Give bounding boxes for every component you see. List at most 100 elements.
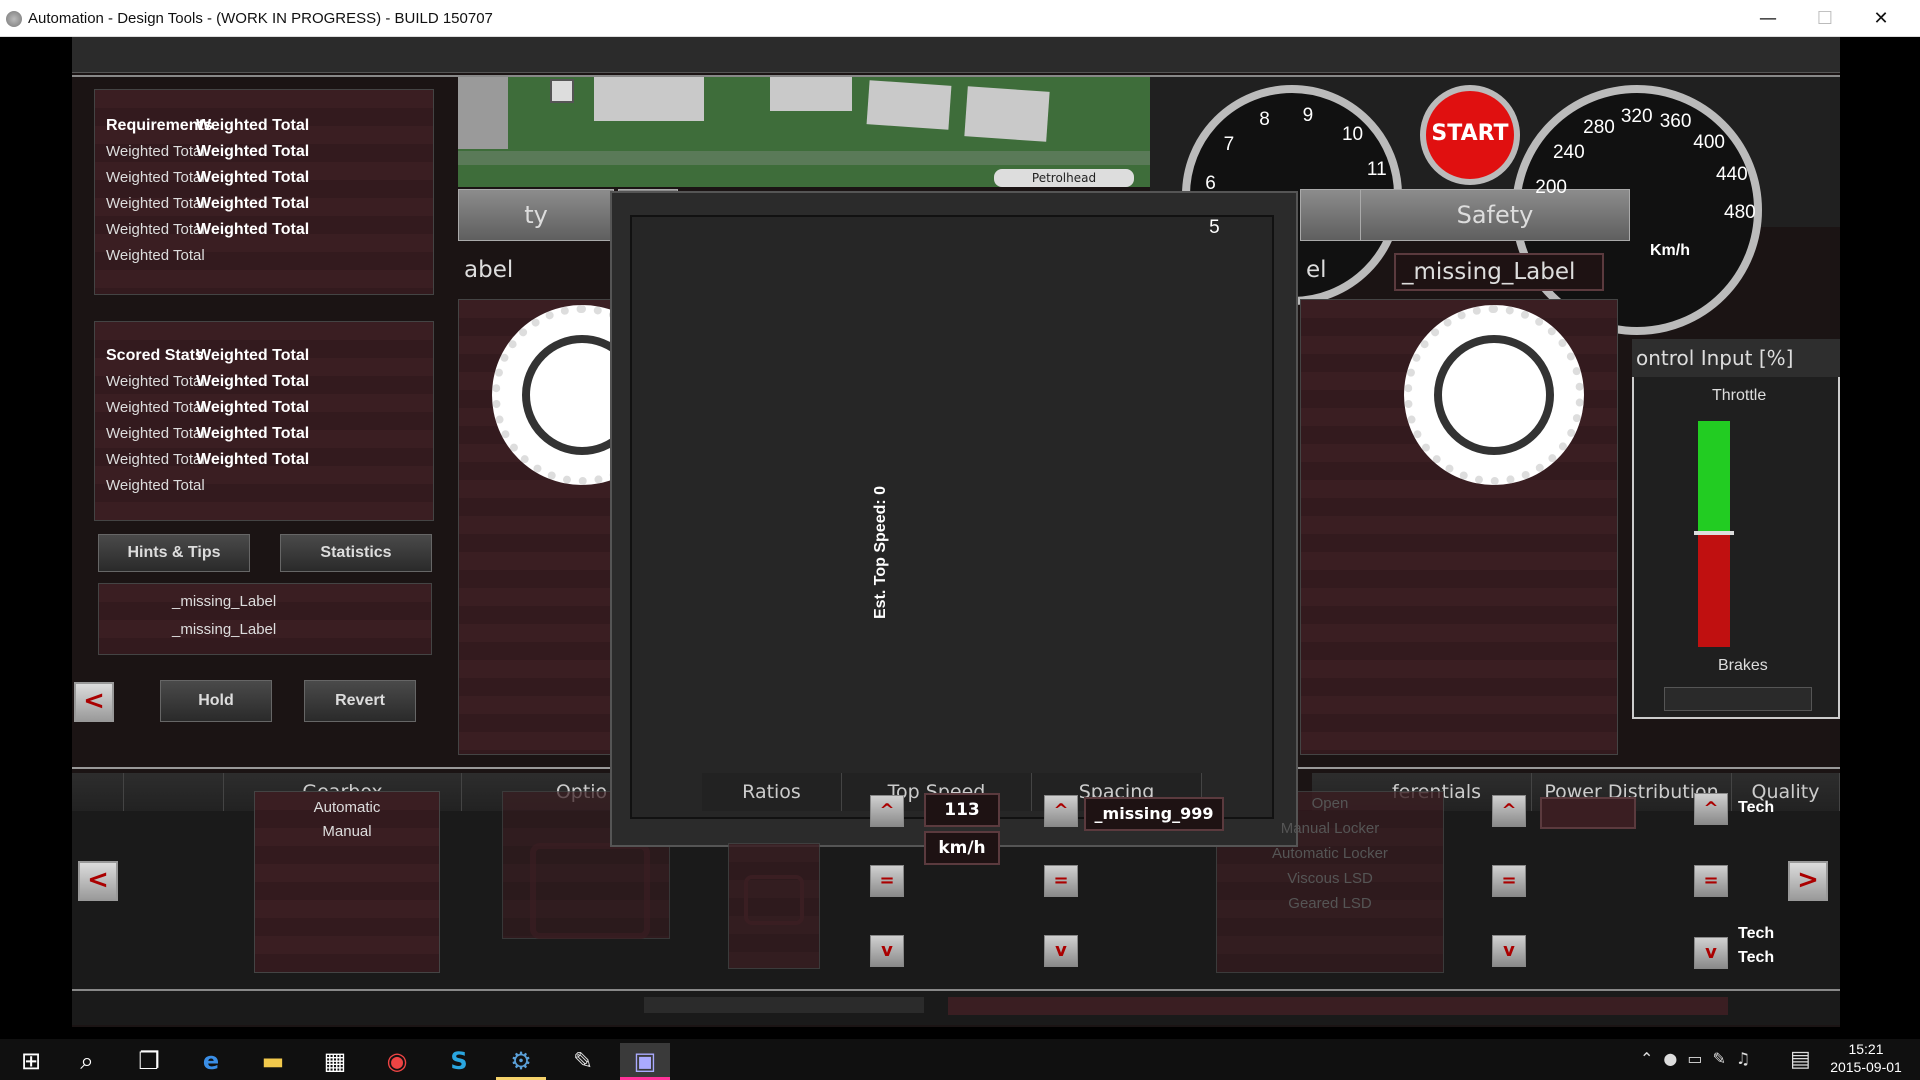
quality-tech-1: Tech: [1738, 799, 1775, 816]
search-icon[interactable]: ⌕: [62, 1043, 112, 1080]
bottom-scrollbar[interactable]: [644, 997, 924, 1013]
clock-date[interactable]: 2015-09-01: [1826, 1059, 1906, 1075]
ratios-header: Ratios: [702, 773, 842, 811]
requirements_panel-row-3-value: Weighted Total: [196, 195, 310, 212]
steam-icon[interactable]: ⚙: [496, 1043, 546, 1080]
top-speed-mid-button[interactable]: =: [870, 865, 904, 897]
power-value-box: [1540, 797, 1636, 829]
requirements_panel-row-4-label: Weighted Total: [106, 221, 205, 238]
requirements_panel-row-5-label: Weighted Total: [106, 247, 205, 264]
maximize-button[interactable]: ☐: [1802, 5, 1848, 33]
spacing-down-button[interactable]: v: [1044, 935, 1078, 967]
windows-taskbar: ⊞ ⌕ ❐ e ▬ ▦ ◉ S ⚙ ✎ ▣ ⌃●▭✎♫ ▤ 15:21 2015…: [0, 1039, 1920, 1080]
top-speed-value: 113: [924, 793, 1000, 827]
task-view-icon[interactable]: ❐: [124, 1043, 174, 1080]
bottom-tab-empty-1: [72, 773, 124, 811]
ratios-lock-icon: [744, 875, 804, 925]
bottom-tab-empty-2: [124, 773, 224, 811]
tab-safety[interactable]: Safety: [1360, 189, 1630, 241]
edge-browser-icon[interactable]: e: [186, 1043, 236, 1080]
gearbox-option-1[interactable]: Manual: [254, 823, 440, 840]
minimize-button[interactable]: —: [1745, 5, 1791, 33]
file-explorer-icon[interactable]: ▬: [248, 1043, 298, 1080]
est-top-speed-label: Est. Top Speed: 0: [872, 485, 889, 619]
spacing-mid-button[interactable]: =: [1044, 865, 1078, 897]
scored_panel-row-4-label: Weighted Total: [106, 451, 205, 468]
statistics-button[interactable]: Statistics: [280, 534, 432, 572]
brakes-label: Brakes: [1718, 657, 1768, 674]
bottom-next-button[interactable]: >: [1788, 861, 1828, 901]
top-strip: [72, 37, 1840, 73]
tab-left-partial[interactable]: ty: [458, 189, 614, 241]
requirements_panel-row-1-value: Weighted Total: [196, 143, 310, 160]
speed-tick-280: 280: [1583, 117, 1615, 139]
speed-tick-240: 240: [1552, 142, 1585, 164]
requirements_panel-row-2-value: Weighted Total: [196, 169, 310, 186]
safety-label: _missing_Label: [1394, 253, 1604, 291]
skype-icon[interactable]: S: [434, 1043, 484, 1080]
quality-down-button[interactable]: v: [1694, 937, 1728, 969]
spacing-value: _missing_999: [1084, 797, 1224, 831]
speed-tick-320: 320: [1620, 106, 1653, 128]
left-tab-label: abel: [464, 257, 514, 283]
bottom-line: [72, 989, 1840, 991]
system-tray-icons[interactable]: ⌃●▭✎♫: [1640, 1049, 1760, 1068]
differential-option-3[interactable]: Viscous LSD: [1216, 870, 1444, 887]
power-up-button[interactable]: ^: [1492, 795, 1526, 827]
requirements_panel-row-4-value: Weighted Total: [196, 221, 310, 238]
speed-tick-400: 400: [1693, 131, 1725, 153]
scored_panel-row-1-value: Weighted Total: [196, 373, 310, 390]
speed-tick-440: 440: [1715, 163, 1748, 185]
start-button[interactable]: START: [1420, 85, 1520, 185]
requirements_panel-row-0-value: Weighted Total: [196, 117, 310, 134]
differential-option-0[interactable]: Open: [1216, 795, 1444, 812]
chrome-icon[interactable]: ◉: [372, 1043, 422, 1080]
top-speed-down-button[interactable]: v: [870, 935, 904, 967]
speed-tick-480: 480: [1724, 202, 1756, 223]
gear-ratio-graph: [630, 215, 1274, 819]
differential-option-4[interactable]: Geared LSD: [1216, 895, 1444, 912]
paint-icon[interactable]: ✎: [558, 1043, 608, 1080]
spacing-up-button[interactable]: ^: [1044, 795, 1078, 827]
control-input-title: ontrol Input [%]: [1632, 339, 1840, 377]
hold-button[interactable]: Hold: [160, 680, 272, 722]
scenery-sign: Petrolhead: [994, 169, 1134, 187]
gearbox-list[interactable]: [254, 791, 440, 973]
app-icon: [6, 11, 22, 27]
scored_panel-row-5-label: Weighted Total: [106, 477, 205, 494]
car-scenery: Petrolhead: [458, 77, 1150, 187]
top-speed-up-button[interactable]: ^: [870, 795, 904, 827]
nav-back-button[interactable]: <: [74, 682, 114, 722]
window-titlebar: Automation - Design Tools - (WORK IN PRO…: [0, 0, 1920, 37]
hint-line-1: _missing_Label: [172, 593, 277, 610]
rpm-tick-6: 6: [1205, 173, 1216, 195]
power-down-button[interactable]: v: [1492, 935, 1526, 967]
close-button[interactable]: ✕: [1858, 5, 1904, 33]
speed-tick-360: 360: [1659, 111, 1692, 133]
differential-option-1[interactable]: Manual Locker: [1216, 820, 1444, 837]
bottom-prev-button[interactable]: <: [78, 861, 118, 901]
quality-up-button[interactable]: ^: [1694, 793, 1728, 825]
bottom-progress-strip: [948, 997, 1728, 1015]
scored_panel-row-3-label: Weighted Total: [106, 425, 205, 442]
clock-time[interactable]: 15:21: [1826, 1041, 1906, 1057]
speed-unit-label: Km/h: [1650, 242, 1690, 259]
power-mid-button[interactable]: =: [1492, 865, 1526, 897]
windows-start-icon[interactable]: ⊞: [6, 1043, 56, 1080]
hint-line-2: _missing_Label: [172, 621, 277, 638]
scored_panel-row-2-label: Weighted Total: [106, 399, 205, 416]
quality-mid-button[interactable]: =: [1694, 865, 1728, 897]
automation-game-icon[interactable]: ▣: [620, 1043, 670, 1080]
rpm-tick-10: 10: [1341, 123, 1364, 145]
revert-button[interactable]: Revert: [304, 680, 416, 722]
gearbox-option-0[interactable]: Automatic: [254, 799, 440, 816]
store-icon[interactable]: ▦: [310, 1043, 360, 1080]
scored_panel-row-1-label: Weighted Total: [106, 373, 205, 390]
quality-tech-2: Tech: [1738, 925, 1775, 942]
game-window: Hints & Tips Statistics _missing_Label _…: [0, 37, 1920, 1039]
notification-icon[interactable]: ▤: [1790, 1047, 1811, 1072]
hints-tips-button[interactable]: Hints & Tips: [98, 534, 250, 572]
differential-option-2[interactable]: Automatic Locker: [1216, 845, 1444, 862]
speed-tick-200: 200: [1535, 177, 1567, 199]
input-scrollbar[interactable]: [1664, 687, 1812, 711]
